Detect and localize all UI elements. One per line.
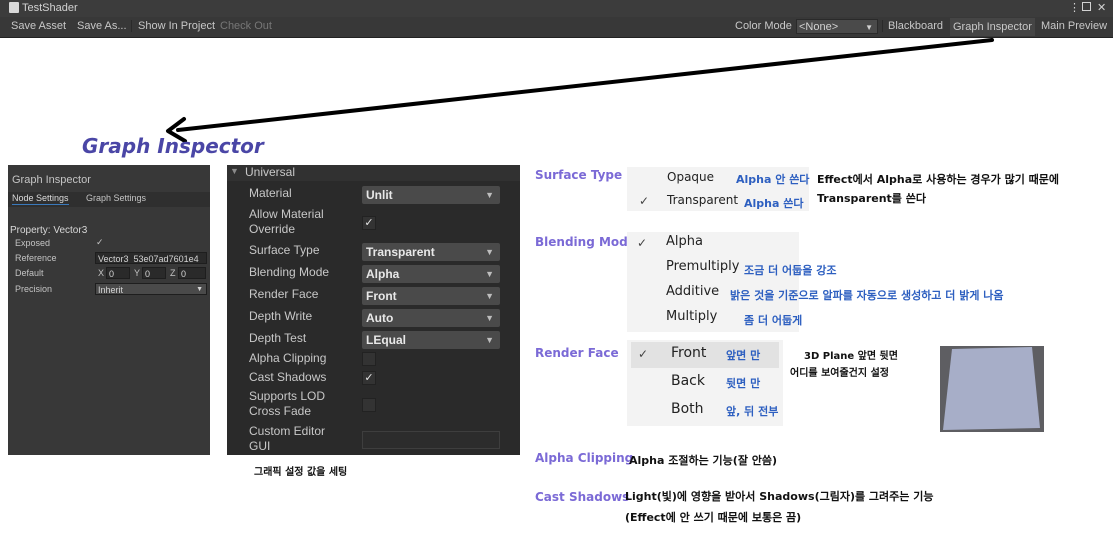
precision-dropdown[interactable]: Inherit ▼ [95, 283, 207, 295]
dropdown-arrow-icon: ▼ [485, 335, 494, 345]
tab-graph-settings[interactable]: Graph Settings [86, 193, 146, 203]
blending-mode-dropdown[interactable]: Alpha ▼ [362, 265, 500, 283]
panel-title: Graph Inspector [12, 174, 91, 186]
dropdown-arrow-icon: ▼ [485, 247, 494, 257]
render-face-side-note-2: 어디를 보여줄건지 설정 [790, 368, 889, 379]
alpha-clipping-checkbox[interactable] [362, 352, 376, 366]
premultiply-note: 조금 더 어둡을 강조 [744, 264, 837, 277]
additive-note: 밝은 것을 기준으로 알파를 자동으로 생성하고 더 밝게 나옴 [730, 289, 1004, 302]
dropdown-arrow-icon: ▼ [485, 269, 494, 279]
panel-caption: 그래픽 설정 값을 세팅 [254, 467, 348, 478]
dropdown-arrow-icon: ▼ [485, 291, 494, 301]
plane-shape [943, 347, 1040, 430]
option-multiply[interactable]: Multiply [666, 309, 717, 324]
graph-inspector-heading: Graph Inspector [82, 134, 264, 158]
surface-type-side-note-1: Effect에서 Alpha로 사용하는 경우가 많기 때문에 [817, 173, 1060, 186]
y-label: Y [134, 268, 141, 278]
depth-test-value: LEqual [366, 333, 407, 347]
multiply-note: 좀 더 어둡게 [744, 314, 803, 327]
blending-mode-value: Alpha [366, 267, 400, 281]
custom-editor-gui-label-2: GUI [249, 439, 271, 453]
option-transparent[interactable]: Transparent [667, 193, 738, 207]
x-input[interactable]: 0 [106, 267, 130, 279]
render-face-label: Render Face [249, 287, 319, 301]
supports-lod-cross-fade-checkbox[interactable] [362, 398, 376, 412]
render-face-side-note-1: 3D Plane 앞면 뒷면 [804, 351, 898, 362]
foldout-arrow-icon[interactable]: ▼ [230, 166, 239, 176]
alpha-clipping-label: Alpha Clipping [249, 351, 327, 365]
exposed-label: Exposed [15, 238, 51, 248]
depth-test-dropdown[interactable]: LEqual ▼ [362, 331, 500, 349]
dropdown-arrow-icon: ▼ [485, 190, 494, 200]
option-back[interactable]: Back [671, 373, 705, 389]
opaque-note: Alpha 안 쓴다 [736, 173, 810, 186]
universal-title: Universal [245, 165, 296, 179]
cast-shadows-note-2: (Effect에 안 쓰기 때문에 보통은 끔) [625, 511, 802, 524]
blending-mode-label: Blending Mode [249, 265, 330, 279]
supports-lod-label-2: Cross Fade [249, 404, 312, 418]
option-front[interactable]: Front [671, 345, 706, 361]
cast-shadows-label: Cast Shadows [249, 370, 327, 384]
back-note: 뒷면 만 [726, 377, 761, 390]
default-vector-field: X 0 Y 0 Z 0 [96, 267, 208, 280]
z-input[interactable]: 0 [178, 267, 206, 279]
reference-label: Reference [15, 253, 57, 263]
graph-inspector-panel: Graph Inspector Node Settings Graph Sett… [8, 165, 210, 455]
depth-write-dropdown[interactable]: Auto ▼ [362, 309, 500, 327]
render-face-heading: Render Face [535, 346, 619, 360]
cast-shadows-note-1: Light(빛)에 영향을 받아서 Shadows(그림자)를 그려주는 기능 [625, 490, 934, 503]
option-premultiply[interactable]: Premultiply [666, 259, 739, 274]
dropdown-arrow-icon: ▼ [485, 313, 494, 323]
option-both[interactable]: Both [671, 401, 704, 417]
selected-check-icon: ✓ [638, 347, 649, 361]
selected-check-icon: ✓ [637, 236, 648, 250]
exposed-checkbox[interactable]: ✓ [96, 237, 104, 248]
tab-node-settings[interactable]: Node Settings [12, 193, 69, 205]
allow-material-override-label-2: Override [249, 222, 296, 236]
material-value: Unlit [366, 188, 393, 202]
plane-preview-image [940, 346, 1044, 432]
default-label: Default [15, 268, 44, 278]
alpha-clipping-note: Alpha 조절하는 기능(잘 안씀) [629, 454, 778, 467]
universal-settings-panel: ▼ Universal Material Unlit ▼ Allow Materi… [227, 165, 520, 455]
render-face-value: Front [366, 289, 397, 303]
surface-type-heading: Surface Type [535, 168, 623, 182]
custom-editor-gui-label-1: Custom Editor [249, 424, 326, 438]
cast-shadows-heading: Cast Shadows [535, 490, 630, 504]
depth-test-label: Depth Test [249, 331, 307, 345]
property-title: Property: Vector3 [10, 225, 88, 236]
surface-type-value: Transparent [366, 245, 435, 259]
depth-write-value: Auto [366, 311, 394, 325]
both-note: 앞, 뒤 전부 [726, 405, 779, 418]
option-additive[interactable]: Additive [666, 284, 719, 299]
cast-shadows-checkbox[interactable]: ✓ [362, 371, 376, 385]
alpha-clipping-heading: Alpha Clipping [535, 451, 634, 465]
allow-material-override-label-1: Allow Material [249, 207, 324, 221]
custom-editor-gui-input[interactable] [362, 431, 500, 449]
front-note: 앞면 만 [726, 349, 761, 362]
surface-type-dropdown[interactable]: Transparent ▼ [362, 243, 500, 261]
universal-header[interactable]: ▼ Universal [227, 165, 520, 181]
dropdown-arrow-icon: ▼ [196, 286, 203, 293]
reference-input[interactable]: Vector3_53e07ad7601e4 [95, 252, 207, 264]
x-label: X [98, 268, 105, 278]
precision-value: Inherit [98, 285, 124, 295]
surface-type-label: Surface Type [249, 243, 320, 257]
precision-label: Precision [15, 284, 53, 294]
supports-lod-label-1: Supports LOD [249, 389, 326, 403]
surface-type-side-note-2: Transparent를 쓴다 [817, 192, 926, 205]
y-input[interactable]: 0 [142, 267, 166, 279]
selected-check-icon: ✓ [639, 194, 650, 208]
material-dropdown[interactable]: Unlit ▼ [362, 186, 500, 204]
allow-material-override-checkbox[interactable]: ✓ [362, 216, 376, 230]
render-face-dropdown[interactable]: Front ▼ [362, 287, 500, 305]
z-label: Z [170, 268, 176, 278]
option-alpha[interactable]: Alpha [666, 234, 703, 249]
material-label: Material [249, 186, 292, 200]
inspector-tabs: Node Settings Graph Settings [8, 192, 210, 207]
blending-mode-heading: Blending Mode [535, 235, 636, 249]
transparent-note: Alpha 쓴다 [744, 197, 804, 210]
depth-write-label: Depth Write [249, 309, 313, 323]
option-opaque[interactable]: Opaque [667, 170, 714, 184]
